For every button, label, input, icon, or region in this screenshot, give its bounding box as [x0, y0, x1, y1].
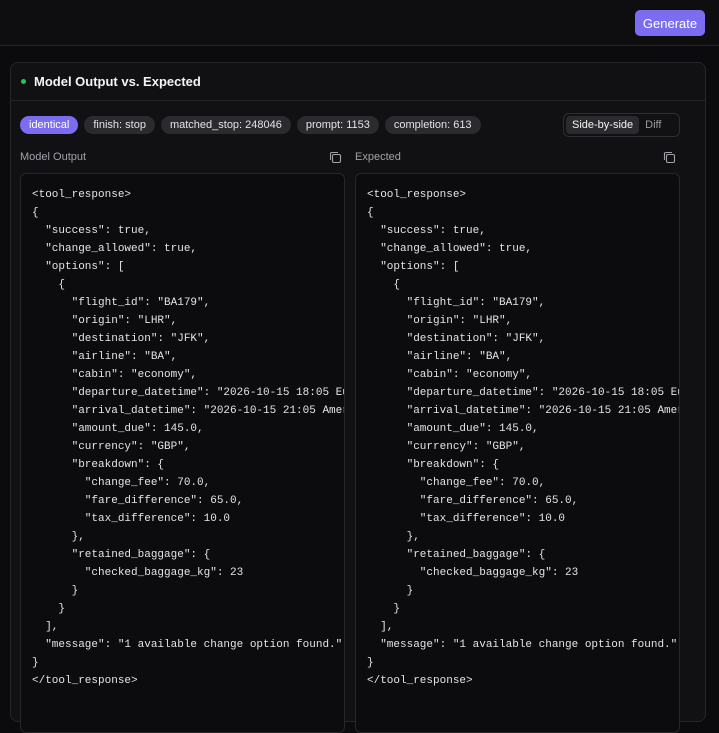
stats-badges: identical finish: stop matched_stop: 248…	[20, 116, 481, 134]
view-toggle: Side-by-side Diff	[563, 113, 680, 137]
status-dot-icon	[21, 79, 26, 84]
expected-code: <tool_response> { "success": true, "chan…	[367, 189, 679, 687]
generate-button[interactable]: Generate	[635, 10, 705, 36]
toggle-diff[interactable]: Diff	[639, 116, 667, 134]
panel-header: Model Output vs. Expected	[11, 63, 705, 101]
model-output-code-box[interactable]: <tool_response> { "success": true, "chan…	[20, 173, 345, 733]
model-output-code: <tool_response> { "success": true, "chan…	[32, 189, 344, 687]
badge-completion-tokens: completion: 613	[384, 116, 481, 134]
model-output-label: Model Output	[20, 151, 87, 163]
status-badge-identical: identical	[20, 116, 79, 134]
toggle-side-by-side[interactable]: Side-by-side	[566, 116, 640, 134]
panel-title: Model Output vs. Expected	[34, 74, 201, 89]
top-bar: Generate	[0, 0, 719, 46]
badge-finish: finish: stop	[84, 116, 155, 134]
copy-icon[interactable]	[663, 151, 676, 164]
badge-matched-stop: matched_stop: 248046	[160, 116, 291, 134]
expected-code-box[interactable]: <tool_response> { "success": true, "chan…	[355, 173, 680, 733]
badge-prompt-tokens: prompt: 1153	[296, 116, 379, 134]
expected-label: Expected	[355, 151, 401, 163]
comparison-panel: Model Output vs. Expected identical fini…	[10, 62, 706, 733]
copy-icon[interactable]	[329, 151, 342, 164]
